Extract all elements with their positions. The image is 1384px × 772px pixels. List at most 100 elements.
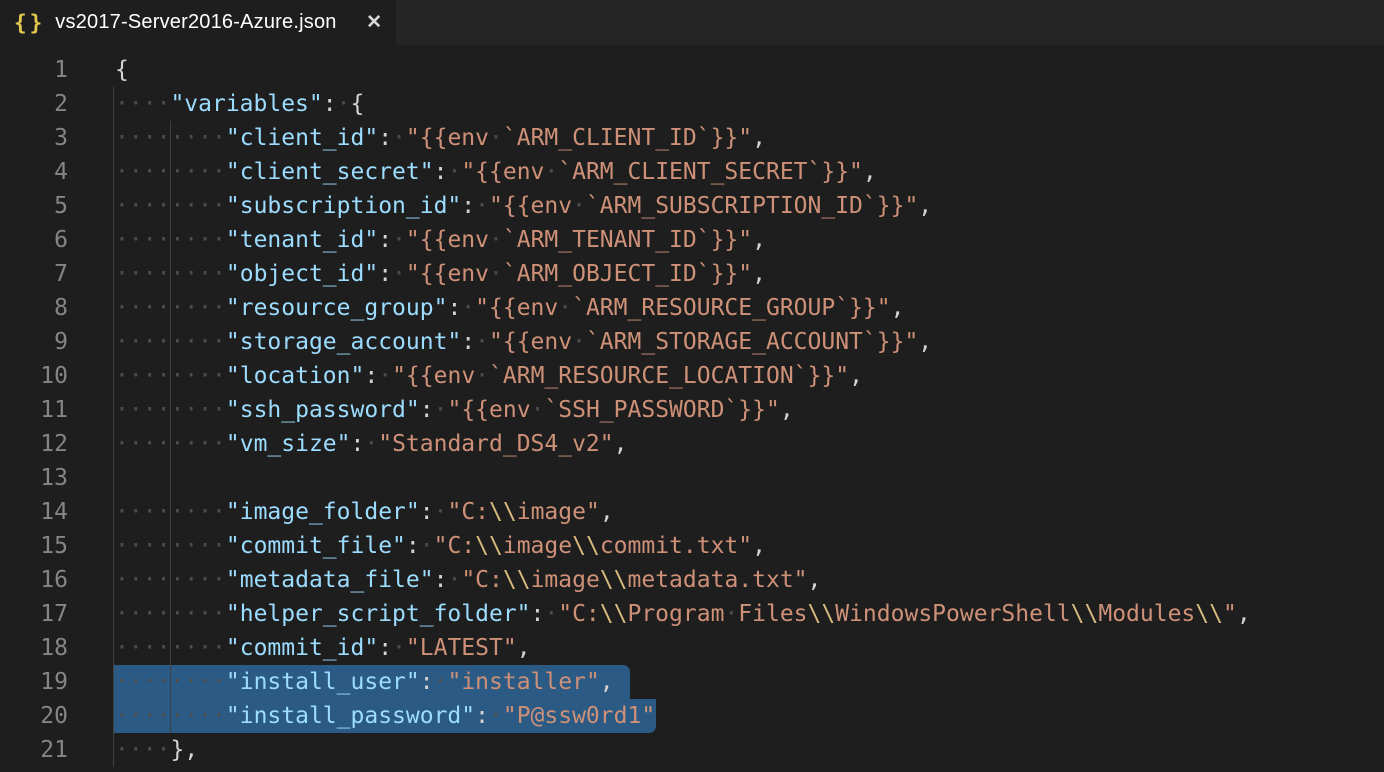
tab-file[interactable]: {} vs2017-Server2016-Azure.json ✕ — [0, 0, 396, 45]
whitespace-dot: · — [461, 295, 475, 321]
whitespace-dot: · — [170, 227, 184, 253]
whitespace-dot: · — [129, 533, 143, 559]
code-line[interactable]: 9········"storage_account":·"{{env·`ARM_… — [0, 325, 1384, 359]
code-line[interactable]: 5········"subscription_id":·"{{env·`ARM_… — [0, 189, 1384, 223]
whitespace-dot: · — [129, 635, 143, 661]
code-line[interactable]: 8········"resource_group":·"{{env·`ARM_R… — [0, 291, 1384, 325]
whitespace-dot: · — [157, 193, 171, 219]
code-line[interactable]: 11········"ssh_password":·"{{env·`SSH_PA… — [0, 393, 1384, 427]
whitespace-dot: · — [198, 635, 212, 661]
whitespace-dot: · — [198, 261, 212, 287]
code-line[interactable]: 1{ — [0, 53, 1384, 87]
whitespace-dot: · — [115, 261, 129, 287]
line-number[interactable]: 15 — [0, 529, 68, 563]
line-number[interactable]: 16 — [0, 563, 68, 597]
whitespace-dot: · — [392, 261, 406, 287]
line-number[interactable]: 3 — [0, 121, 68, 155]
whitespace-dot: · — [157, 261, 171, 287]
line-number[interactable]: 17 — [0, 597, 68, 631]
whitespace-dot: · — [184, 363, 198, 389]
code-line[interactable]: 3········"client_id":·"{{env·`ARM_CLIENT… — [0, 121, 1384, 155]
whitespace-dot: · — [157, 329, 171, 355]
whitespace-dot: · — [143, 125, 157, 151]
editor[interactable]: 1{2····"variables":·{3········"client_id… — [0, 45, 1384, 772]
code-line[interactable]: 10········"location":·"{{env·`ARM_RESOUR… — [0, 359, 1384, 393]
line-number[interactable]: 9 — [0, 325, 68, 359]
whitespace-dot: · — [143, 363, 157, 389]
whitespace-dot: · — [143, 91, 157, 117]
line-number[interactable]: 18 — [0, 631, 68, 665]
whitespace-dot: · — [475, 193, 489, 219]
whitespace-dot: · — [115, 703, 129, 729]
line-number[interactable]: 14 — [0, 495, 68, 529]
code-line[interactable]: 13 — [0, 461, 1384, 495]
whitespace-dot: · — [157, 363, 171, 389]
code-line[interactable]: 20········"install_password":·"P@ssw0rd1… — [0, 699, 1384, 733]
code-line[interactable]: 19········"install_user":·"installer", — [0, 665, 1384, 699]
json-braces-icon: {} — [14, 11, 45, 35]
whitespace-dot: · — [115, 193, 129, 219]
whitespace-dot: · — [198, 295, 212, 321]
whitespace-dot: · — [212, 227, 226, 253]
whitespace-dot: · — [198, 227, 212, 253]
line-number[interactable]: 10 — [0, 359, 68, 393]
whitespace-dot: · — [170, 703, 184, 729]
code-line[interactable]: 7········"object_id":·"{{env·`ARM_OBJECT… — [0, 257, 1384, 291]
whitespace-dot: · — [157, 635, 171, 661]
whitespace-dot: · — [392, 227, 406, 253]
whitespace-dot: · — [364, 431, 378, 457]
code-line[interactable]: 4········"client_secret":·"{{env·`ARM_CL… — [0, 155, 1384, 189]
whitespace-dot: · — [157, 533, 171, 559]
close-icon[interactable]: ✕ — [366, 11, 382, 34]
code-line[interactable]: 18········"commit_id":·"LATEST", — [0, 631, 1384, 665]
line-number[interactable]: 1 — [0, 53, 68, 87]
line-number[interactable]: 13 — [0, 461, 68, 495]
whitespace-dot: · — [184, 261, 198, 287]
code-line[interactable]: 21····}, — [0, 733, 1384, 767]
whitespace-dot: · — [170, 669, 184, 695]
line-number[interactable]: 4 — [0, 155, 68, 189]
whitespace-dot: · — [198, 601, 212, 627]
line-number[interactable]: 7 — [0, 257, 68, 291]
line-content: ········"commit_file":·"C:\\image\\commi… — [68, 529, 766, 563]
code-line[interactable]: 15········"commit_file":·"C:\\image\\com… — [0, 529, 1384, 563]
code-line[interactable]: 6········"tenant_id":·"{{env·`ARM_TENANT… — [0, 223, 1384, 257]
whitespace-dot: · — [129, 397, 143, 423]
whitespace-dot: · — [157, 125, 171, 151]
line-number[interactable]: 5 — [0, 189, 68, 223]
whitespace-dot: · — [212, 635, 226, 661]
code-line[interactable]: 12········"vm_size":·"Standard_DS4_v2", — [0, 427, 1384, 461]
whitespace-dot: · — [129, 363, 143, 389]
whitespace-dot: · — [170, 431, 184, 457]
code-line[interactable]: 16········"metadata_file":·"C:\\image\\m… — [0, 563, 1384, 597]
line-number[interactable]: 8 — [0, 291, 68, 325]
whitespace-dot: · — [143, 601, 157, 627]
whitespace-dot: · — [184, 125, 198, 151]
whitespace-dot: · — [143, 159, 157, 185]
whitespace-dot: · — [143, 329, 157, 355]
whitespace-dot: · — [170, 499, 184, 525]
whitespace-dot: · — [184, 159, 198, 185]
whitespace-dot: · — [434, 397, 448, 423]
whitespace-dot: · — [129, 159, 143, 185]
whitespace-dot: · — [143, 703, 157, 729]
whitespace-dot: · — [489, 703, 503, 729]
line-number[interactable]: 6 — [0, 223, 68, 257]
line-number[interactable]: 21 — [0, 733, 68, 767]
line-number[interactable]: 11 — [0, 393, 68, 427]
line-number[interactable]: 12 — [0, 427, 68, 461]
code-line[interactable]: 2····"variables":·{ — [0, 87, 1384, 121]
whitespace-dot: · — [170, 533, 184, 559]
whitespace-dot: · — [489, 261, 503, 287]
whitespace-dot: · — [212, 193, 226, 219]
line-number[interactable]: 19 — [0, 665, 68, 699]
line-number[interactable]: 2 — [0, 87, 68, 121]
whitespace-dot: · — [170, 261, 184, 287]
line-number[interactable]: 20 — [0, 699, 68, 733]
whitespace-dot: · — [170, 295, 184, 321]
code-line[interactable]: 14········"image_folder":·"C:\\image", — [0, 495, 1384, 529]
whitespace-dot: · — [157, 737, 171, 763]
code-line[interactable]: 17········"helper_script_folder":·"C:\\P… — [0, 597, 1384, 631]
whitespace-dot: · — [129, 737, 143, 763]
whitespace-dot: · — [447, 159, 461, 185]
